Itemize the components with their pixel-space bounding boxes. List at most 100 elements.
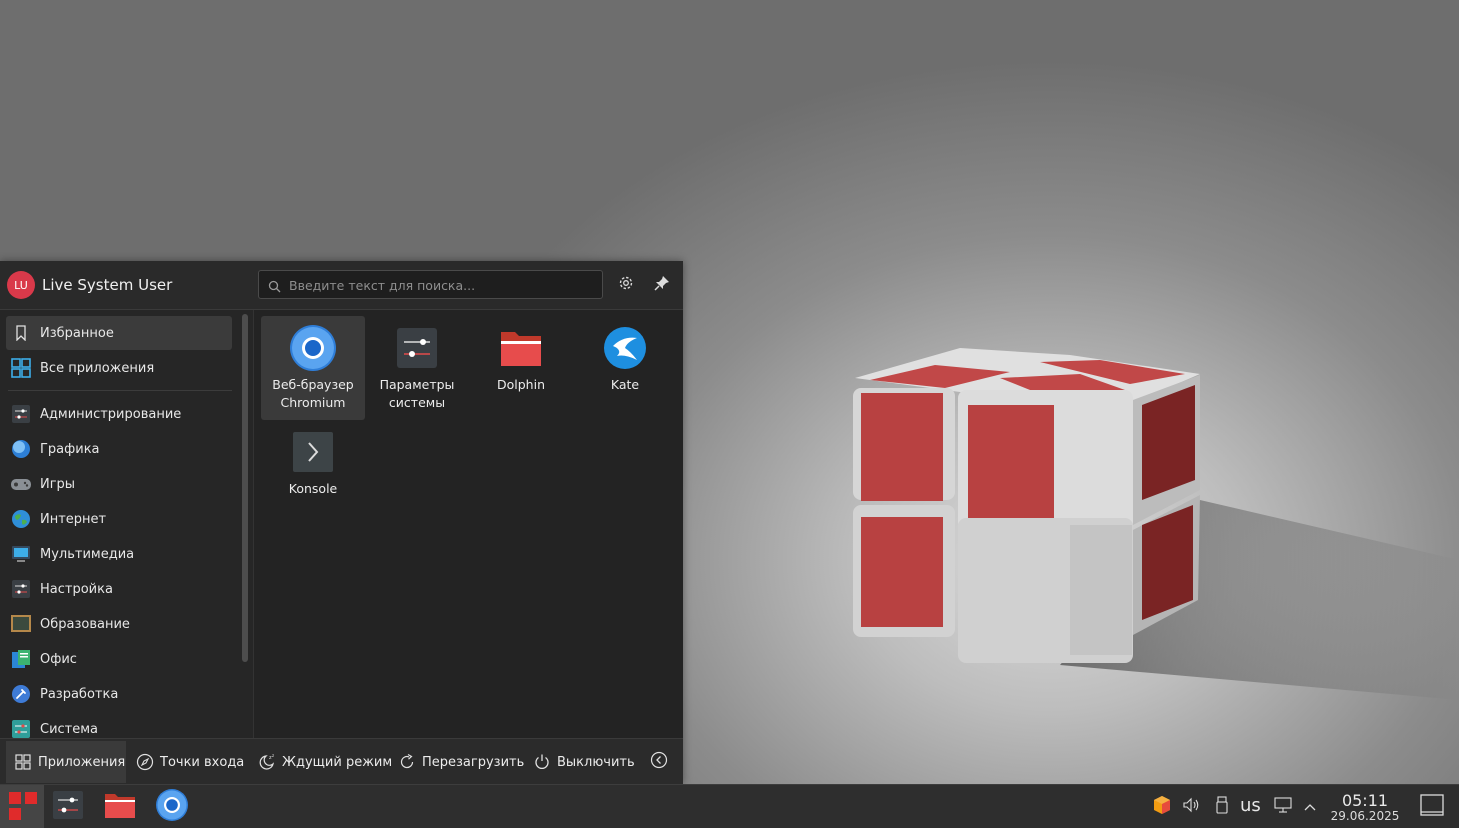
category-office[interactable]: Офис (6, 642, 232, 676)
category-label: Администрирование (40, 406, 182, 422)
category-multimedia[interactable]: Мультимедиа (6, 537, 232, 571)
category-graphics[interactable]: Графика (6, 432, 232, 466)
category-label: Избранное (40, 325, 114, 341)
user-name: Live System User (42, 276, 173, 294)
folder-icon (497, 324, 545, 372)
taskbar-system-settings[interactable] (48, 785, 88, 828)
app-label: Kate (610, 377, 640, 392)
category-favorites[interactable]: Избранное (6, 316, 232, 350)
clock-date[interactable]: 29.06.2025 (1326, 809, 1404, 823)
category-internet[interactable]: Интернет (6, 502, 232, 536)
taskbar: us 05:11 29.06.2025 (0, 784, 1459, 828)
tray-removable-devices[interactable] (1212, 785, 1232, 828)
chromium-icon (289, 324, 337, 372)
category-administration[interactable]: Администрирование (6, 397, 232, 431)
tab-places[interactable]: Точки входа (128, 741, 250, 783)
more-actions-button[interactable] (650, 741, 674, 783)
sidebar-scrollbar[interactable] (242, 314, 248, 662)
application-launcher: LU Live System User Избранное Все прилож… (0, 261, 683, 785)
app-konsole[interactable]: Konsole (261, 420, 365, 524)
category-label: Разработка (40, 686, 119, 702)
sleep-button[interactable]: zz Ждущий режим (252, 741, 392, 783)
search-input[interactable] (287, 271, 591, 300)
multimedia-icon (10, 543, 32, 565)
graphics-icon (10, 438, 32, 460)
development-icon (10, 683, 32, 705)
category-all-applications[interactable]: Все приложения (6, 351, 232, 385)
shutdown-button[interactable]: Выключить (527, 741, 635, 783)
speaker-icon (1182, 796, 1200, 818)
usb-drive-icon (1215, 795, 1229, 818)
avatar-initials: LU (14, 278, 28, 292)
tab-applications[interactable]: Приложения (6, 741, 126, 783)
app-label: Konsole (288, 481, 338, 496)
launcher-header: LU Live System User (0, 261, 683, 310)
show-desktop-icon (1420, 793, 1444, 820)
category-label: Мультимедиа (40, 546, 135, 562)
grid-icon (14, 753, 32, 771)
category-label: Настройка (40, 581, 113, 597)
tray-expand-button[interactable] (1299, 785, 1321, 828)
search-box[interactable] (258, 270, 603, 300)
app-dolphin[interactable]: Dolphin (469, 316, 573, 420)
app-label: Веб-браузер Chromium (272, 377, 354, 410)
category-development[interactable]: Разработка (6, 677, 232, 711)
tab-label: Приложения (38, 754, 126, 770)
category-sidebar: Избранное Все приложения Администрирован… (0, 310, 254, 738)
gamepad-icon (10, 473, 32, 495)
tray-volume[interactable] (1180, 785, 1202, 828)
globe-icon (10, 508, 32, 530)
tray-network[interactable] (1272, 785, 1294, 828)
system-settings-icon (393, 324, 441, 372)
keyboard-layout-indicator[interactable]: us (1240, 795, 1261, 816)
pin-icon (653, 274, 671, 296)
grid-icon (10, 357, 32, 379)
app-chromium[interactable]: Веб-браузер Chromium (261, 316, 365, 420)
category-system[interactable]: Система (6, 712, 232, 738)
svg-text:z: z (272, 753, 274, 758)
restart-button[interactable]: Перезагрузить (392, 741, 524, 783)
package-icon (1152, 795, 1172, 819)
configure-button[interactable] (614, 273, 638, 297)
tab-label: Точки входа (160, 754, 245, 770)
category-settings[interactable]: Настройка (6, 572, 232, 606)
power-icon (533, 753, 551, 771)
chromium-icon (155, 788, 189, 826)
taskbar-chromium[interactable] (152, 785, 192, 828)
kate-icon (601, 324, 649, 372)
app-system-settings[interactable]: Параметры системы (365, 316, 469, 420)
admin-icon (10, 403, 32, 425)
launcher-icon (5, 788, 39, 826)
network-icon (1273, 796, 1293, 818)
system-settings-icon (52, 790, 84, 824)
category-label: Офис (40, 651, 77, 667)
category-label: Все приложения (40, 360, 155, 376)
launcher-footer: Приложения Точки входа zz Ждущий режим П… (0, 738, 683, 785)
category-education[interactable]: Образование (6, 607, 232, 641)
folder-icon (104, 791, 136, 823)
sleep-icon: zz (258, 753, 276, 771)
button-label: Выключить (557, 754, 635, 770)
search-icon (268, 278, 281, 297)
category-games[interactable]: Игры (6, 467, 232, 501)
compass-icon (136, 753, 154, 771)
show-desktop-button[interactable] (1416, 785, 1448, 828)
chevron-left-icon (650, 751, 668, 773)
chalkboard-icon (10, 613, 32, 635)
gear-icon (617, 274, 635, 296)
category-label: Система (40, 721, 99, 737)
tray-package-updates[interactable] (1150, 785, 1174, 828)
button-label: Ждущий режим (282, 754, 393, 770)
avatar[interactable]: LU (7, 271, 35, 299)
office-icon (10, 648, 32, 670)
button-label: Перезагрузить (422, 754, 525, 770)
pin-button[interactable] (650, 273, 674, 297)
app-kate[interactable]: Kate (573, 316, 677, 420)
launcher-button[interactable] (0, 785, 44, 828)
app-label: Dolphin (497, 377, 545, 392)
clock-time[interactable]: 05:11 (1330, 791, 1400, 810)
bookmark-icon (10, 322, 32, 344)
favorites-grid: Веб-браузер Chromium Параметры системы D… (254, 310, 683, 738)
taskbar-dolphin[interactable] (100, 785, 140, 828)
settings-sliders-icon (10, 578, 32, 600)
